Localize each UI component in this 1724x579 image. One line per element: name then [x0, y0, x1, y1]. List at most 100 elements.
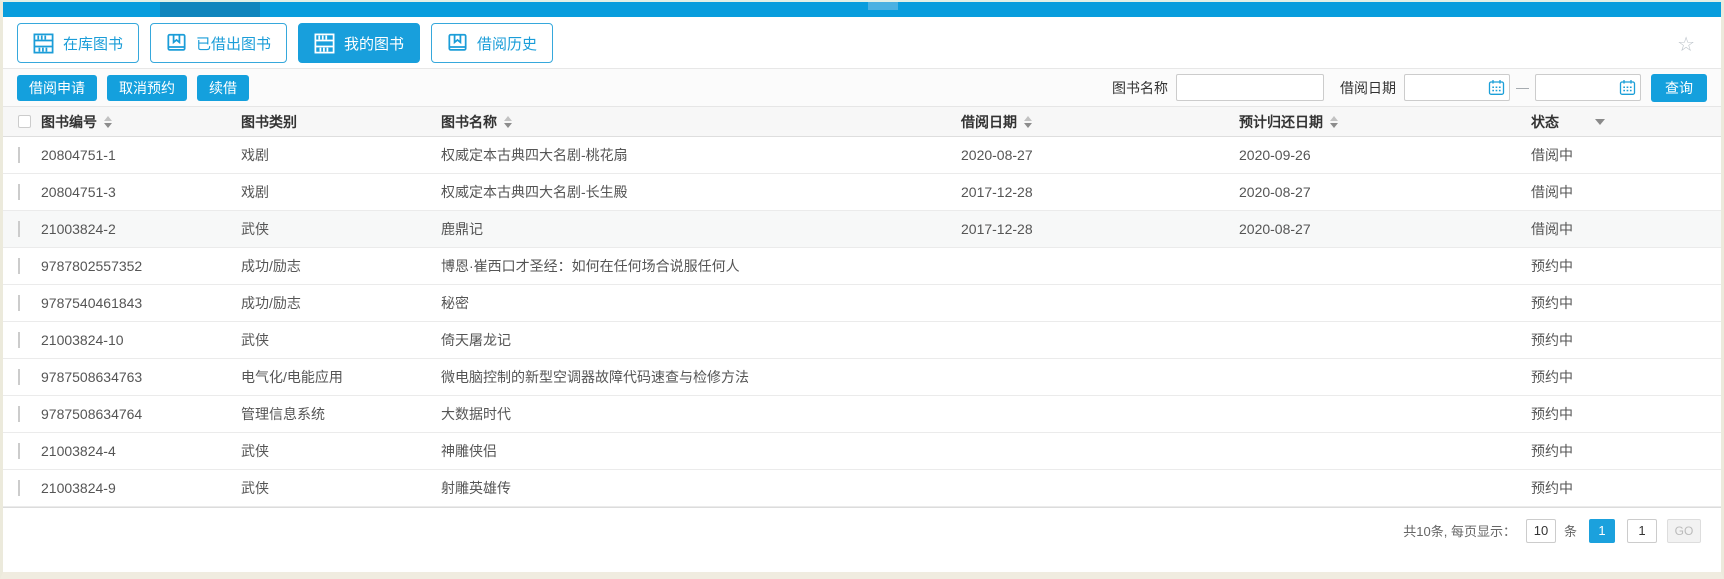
total-count-text: 共10条, 每页显示： [1403, 521, 1516, 540]
status-cell: 预约中 [1531, 478, 1721, 498]
book-category-cell: 管理信息系统 [241, 404, 441, 424]
tab-bar: 在库图书 已借出图书 我的图书 [3, 17, 1721, 69]
book-category-cell: 成功/励志 [241, 293, 441, 313]
sort-arrows-icon[interactable] [1024, 116, 1032, 128]
book-id-cell: 9787508634763 [41, 369, 241, 385]
table-header: 图书编号 图书类别 图书名称 借阅日期 预计归还日期 状态 [3, 106, 1721, 137]
favorite-star-icon[interactable]: ☆ [1677, 35, 1695, 55]
book-name-cell: 秘密 [441, 293, 961, 313]
book-name-label: 图书名称 [1112, 78, 1168, 98]
page-jump-input[interactable] [1627, 519, 1657, 543]
book-name-cell: 微电脑控制的新型空调器故障代码速查与检修方法 [441, 367, 961, 387]
book-category-cell: 武侠 [241, 441, 441, 461]
book-category-cell: 成功/励志 [241, 256, 441, 276]
return-date-cell: 2020-09-26 [1239, 147, 1531, 163]
column-header-book-id[interactable]: 图书编号 [41, 112, 241, 132]
date-from-field[interactable] [1404, 74, 1510, 101]
row-checkbox[interactable] [18, 369, 20, 385]
action-toolbar: 借阅申请 取消预约 续借 图书名称 借阅日期 — [3, 69, 1721, 106]
tab-books-in-stock[interactable]: 在库图书 [17, 23, 139, 63]
sort-arrows-icon[interactable] [504, 116, 512, 128]
table-row[interactable]: 21003824-9 武侠 射雕英雄传 预约中 [3, 470, 1721, 507]
tab-label: 借阅历史 [477, 33, 537, 54]
top-strip-dark-segment [160, 2, 260, 17]
row-checkbox[interactable] [18, 147, 20, 163]
status-cell: 借阅中 [1531, 182, 1721, 202]
tab-label: 我的图书 [344, 33, 404, 54]
date-to-field[interactable] [1535, 74, 1641, 101]
borrow-date-cell: 2020-08-27 [961, 147, 1239, 163]
tab-my-books[interactable]: 我的图书 [298, 23, 420, 63]
table-row[interactable]: 9787508634763 电气化/电能应用 微电脑控制的新型空调器故障代码速查… [3, 359, 1721, 396]
row-checkbox[interactable] [18, 443, 20, 459]
tab-borrow-history[interactable]: 借阅历史 [431, 23, 553, 63]
table-row[interactable]: 9787508634764 管理信息系统 大数据时代 预约中 [3, 396, 1721, 433]
top-strip-light-segment [868, 2, 898, 10]
tab-label: 已借出图书 [196, 33, 271, 54]
bookshelf-icon [33, 33, 54, 54]
row-checkbox[interactable] [18, 221, 20, 237]
column-header-book-name[interactable]: 图书名称 [441, 112, 961, 132]
book-name-input[interactable] [1176, 74, 1324, 101]
column-header-status[interactable]: 状态 [1531, 112, 1721, 132]
date-range-separator: — [1516, 80, 1529, 95]
bookshelf-icon [314, 33, 335, 54]
status-cell: 预约中 [1531, 367, 1721, 387]
book-id-cell: 21003824-4 [41, 443, 241, 459]
pagination-bar: 共10条, 每页显示： 条 1 GO [3, 507, 1721, 553]
book-name-cell: 博恩·崔西口才圣经：如何在任何场合说服任何人 [441, 256, 961, 276]
sort-arrows-icon[interactable] [104, 116, 112, 128]
table-row[interactable]: 21003824-4 武侠 神雕侠侣 预约中 [3, 433, 1721, 470]
status-cell: 预约中 [1531, 441, 1721, 461]
row-checkbox[interactable] [18, 295, 20, 311]
table-row[interactable]: 21003824-10 武侠 倚天屠龙记 预约中 [3, 322, 1721, 359]
tab-label: 在库图书 [63, 33, 123, 54]
table-row[interactable]: 20804751-1 戏剧 权威定本古典四大名剧-桃花扇 2020-08-27 … [3, 137, 1721, 174]
return-date-cell: 2020-08-27 [1239, 221, 1531, 237]
table-row[interactable]: 9787802557352 成功/励志 博恩·崔西口才圣经：如何在任何场合说服任… [3, 248, 1721, 285]
page-size-input[interactable] [1526, 519, 1556, 543]
cancel-reservation-button[interactable]: 取消预约 [107, 75, 187, 101]
row-checkbox[interactable] [18, 258, 20, 274]
column-header-category: 图书类别 [241, 112, 441, 132]
book-id-cell: 21003824-9 [41, 480, 241, 496]
book-category-cell: 武侠 [241, 330, 441, 350]
sort-arrows-icon[interactable] [1330, 116, 1338, 128]
book-id-cell: 21003824-10 [41, 332, 241, 348]
status-cell: 预约中 [1531, 404, 1721, 424]
table-body: 20804751-1 戏剧 权威定本古典四大名剧-桃花扇 2020-08-27 … [3, 137, 1721, 507]
borrow-date-cell: 2017-12-28 [961, 184, 1239, 200]
book-id-cell: 20804751-3 [41, 184, 241, 200]
row-checkbox[interactable] [18, 480, 20, 496]
book-icon [447, 33, 468, 54]
borrow-apply-button[interactable]: 借阅申请 [17, 75, 97, 101]
go-button[interactable]: GO [1667, 519, 1701, 543]
tab-borrowed-out-books[interactable]: 已借出图书 [150, 23, 287, 63]
book-id-cell: 9787802557352 [41, 258, 241, 274]
column-header-borrow-date[interactable]: 借阅日期 [961, 112, 1239, 132]
book-icon [166, 33, 187, 54]
book-name-cell: 权威定本古典四大名剧-桃花扇 [441, 145, 961, 165]
book-id-cell: 20804751-1 [41, 147, 241, 163]
window-top-strip [3, 2, 1721, 17]
current-page-button[interactable]: 1 [1589, 519, 1615, 543]
row-checkbox[interactable] [18, 184, 20, 200]
row-checkbox[interactable] [18, 332, 20, 348]
query-button[interactable]: 查询 [1651, 74, 1707, 102]
book-category-cell: 戏剧 [241, 182, 441, 202]
page-size-unit: 条 [1564, 521, 1577, 540]
book-name-cell: 倚天屠龙记 [441, 330, 961, 350]
table-row[interactable]: 21003824-2 武侠 鹿鼎记 2017-12-28 2020-08-27 … [3, 211, 1721, 248]
renew-button[interactable]: 续借 [197, 75, 249, 101]
column-header-return-date[interactable]: 预计归还日期 [1239, 112, 1531, 132]
row-checkbox[interactable] [18, 406, 20, 422]
book-name-cell: 大数据时代 [441, 404, 961, 424]
status-filter-caret-icon[interactable] [1595, 119, 1605, 125]
book-category-cell: 电气化/电能应用 [241, 367, 441, 387]
table-row[interactable]: 9787540461843 成功/励志 秘密 预约中 [3, 285, 1721, 322]
book-name-cell: 射雕英雄传 [441, 478, 961, 498]
return-date-cell: 2020-08-27 [1239, 184, 1531, 200]
table-row[interactable]: 20804751-3 戏剧 权威定本古典四大名剧-长生殿 2017-12-28 … [3, 174, 1721, 211]
select-all-checkbox[interactable] [18, 115, 31, 128]
borrow-date-cell: 2017-12-28 [961, 221, 1239, 237]
